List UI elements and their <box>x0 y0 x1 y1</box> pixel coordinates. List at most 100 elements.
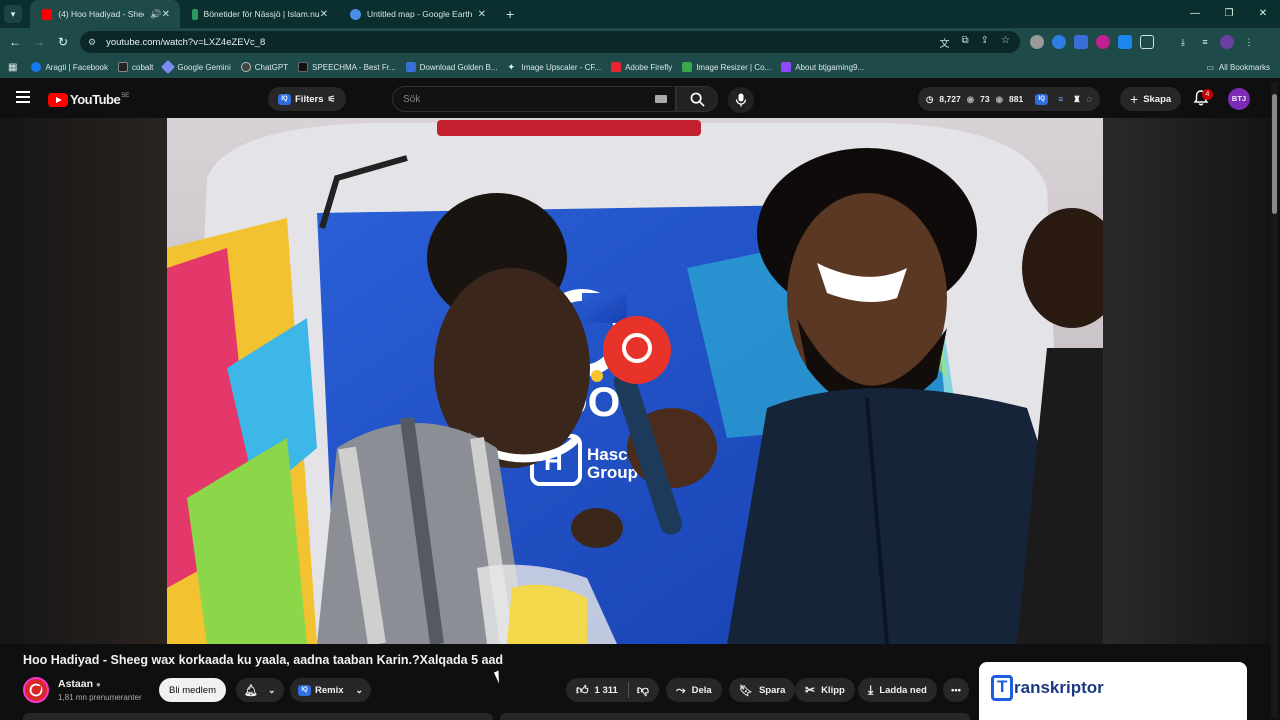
site-info-icon[interactable]: ⚙ <box>88 37 96 48</box>
tab-search-button[interactable]: ▾ <box>4 5 22 23</box>
bookmark-label: Aragti | Facebook <box>45 62 109 72</box>
van-brand2-line2: Group <box>587 463 638 482</box>
bookmarks-bar: ▦ Aragti | Facebook cobalt Google Gemini… <box>0 56 1280 78</box>
account-avatar[interactable]: BTJ <box>1228 88 1250 110</box>
new-tab-button[interactable]: + <box>506 6 514 22</box>
subscribe-bell-button[interactable]: 🔔︎ ⌄ <box>236 678 284 702</box>
gemini-icon <box>161 59 176 75</box>
tab-google-earth[interactable]: Untitled map - Google Earth ✕ <box>338 0 496 28</box>
microphone-icon <box>735 93 747 107</box>
hamburger-menu-icon[interactable] <box>16 91 30 103</box>
bookmark-item[interactable]: Adobe Firefly <box>611 62 672 72</box>
share-icon[interactable]: ⇪ <box>981 35 989 50</box>
award-icon[interactable]: ♜ <box>1073 94 1081 105</box>
reading-list-icon[interactable]: ≡ <box>1198 35 1212 49</box>
create-label: Skapa <box>1143 93 1172 105</box>
forward-icon[interactable]: → <box>27 35 51 49</box>
close-tab-icon[interactable]: ✕ <box>162 9 170 20</box>
tab-islam-nu[interactable]: Bönetider för Nässjö | Islam.nu ✕ <box>180 0 338 28</box>
tab-youtube[interactable]: (4) Hoo Hadiyad - Sheeg w 🔊 ✕ <box>30 0 180 28</box>
video-player[interactable]: GODO H Hasco Group <box>167 118 1103 644</box>
extension-icon[interactable] <box>1074 35 1088 49</box>
extensions-puzzle-icon[interactable] <box>1140 35 1154 49</box>
extension-icon[interactable] <box>1118 35 1132 49</box>
filters-label: Filters <box>295 93 324 105</box>
reload-icon[interactable]: ↻ <box>51 35 75 49</box>
speechma-icon <box>298 62 309 72</box>
bookmark-item[interactable]: SPEECHMA - Best Fr... <box>298 62 396 72</box>
channel-logo-icon <box>29 683 43 697</box>
profile-avatar-icon[interactable] <box>1220 35 1234 49</box>
transkriptor-widget[interactable]: ranskriptor <box>979 662 1247 720</box>
bookmark-item[interactable]: About btjgaming9... <box>781 62 864 72</box>
chat-icon[interactable]: ◌ <box>1087 94 1092 104</box>
download-icon[interactable]: ⤓ <box>1176 35 1190 49</box>
remix-label: Remix <box>315 684 344 696</box>
bookmark-label: Image Upscaler - CF... <box>521 62 602 72</box>
translate-icon[interactable]: 文 <box>940 35 950 50</box>
bookmark-item[interactable]: ChatGPT <box>240 62 288 72</box>
browser-menu-icon[interactable]: ⋮ <box>1242 35 1256 49</box>
description-panel-edge <box>23 713 493 720</box>
apps-grid-icon[interactable]: ▦ <box>8 62 17 73</box>
download-button[interactable]: ⤓ Ladda ned <box>858 678 937 702</box>
like-button[interactable]: 👍︎ 1 311 👎︎ <box>566 678 659 702</box>
audio-playing-icon[interactable]: 🔊 <box>150 9 161 20</box>
bookmark-item[interactable]: ✦ Image Upscaler - CF... <box>507 62 601 72</box>
image-resizer-icon <box>682 62 693 72</box>
stat-views: 8,727 <box>939 94 961 104</box>
filters-button[interactable]: IQ Filters ⚟ <box>268 87 346 111</box>
join-button[interactable]: Bli medlem <box>159 678 226 702</box>
bookmark-item[interactable]: Image Resizer | Co... <box>682 62 771 72</box>
save-label: Spara <box>758 684 786 696</box>
install-app-icon[interactable]: ⧉ <box>962 35 969 50</box>
share-button[interactable]: ⤳ Dela <box>666 678 722 702</box>
extension-icon[interactable] <box>1030 35 1044 49</box>
thumbs-down-icon[interactable]: 👎︎ <box>637 683 649 698</box>
sliders-icon: ⚟ <box>327 93 336 104</box>
extension-icon[interactable] <box>1052 35 1066 49</box>
stat-likes: 73 <box>980 94 990 104</box>
share-arrow-icon: ⤳ <box>676 682 686 697</box>
scrollbar-thumb[interactable] <box>1272 94 1277 214</box>
bookmark-item[interactable]: Aragti | Facebook <box>31 62 108 72</box>
keyboard-icon[interactable] <box>655 95 667 103</box>
list-icon[interactable]: ≡ <box>1058 94 1063 104</box>
clip-button[interactable]: ✂ Klipp <box>795 678 855 702</box>
restore-icon[interactable]: ❐ <box>1212 0 1246 28</box>
close-tab-icon[interactable]: ✕ <box>320 9 328 20</box>
transkriptor-logo: ranskriptor <box>991 675 1104 701</box>
voice-search-button[interactable] <box>728 87 754 113</box>
remix-button[interactable]: IQ Remix ⌄ <box>290 678 372 702</box>
bookmark-star-icon[interactable]: ☆ <box>1001 35 1010 50</box>
more-actions-button[interactable]: ••• <box>943 678 969 702</box>
close-window-icon[interactable]: ✕ <box>1246 0 1280 28</box>
bookmark-item[interactable]: cobalt <box>118 62 153 72</box>
bookmark-label: Adobe Firefly <box>625 62 673 72</box>
bookmark-icon: 🔖︎ <box>739 684 753 697</box>
channel-stats-widget[interactable]: ◷ 8,727 ◉ 73 ◉ 881 IQ ≡ ♜ ◌ <box>918 87 1100 111</box>
google-earth-favicon-icon <box>350 8 361 20</box>
facebook-icon <box>31 62 42 72</box>
plus-icon: + <box>1130 91 1139 107</box>
search-input[interactable]: Sök <box>392 86 676 112</box>
create-button[interactable]: + Skapa <box>1120 87 1182 111</box>
search-button[interactable] <box>676 86 718 112</box>
youtube-logo[interactable]: YouTube SE <box>48 92 129 107</box>
minimize-icon[interactable]: — <box>1178 0 1212 28</box>
save-button[interactable]: 🔖︎ Spara <box>729 678 796 702</box>
back-icon[interactable]: ← <box>3 35 27 49</box>
address-bar[interactable]: ⚙ youtube.com/watch?v=LXZ4eZEVc_8 文 ⧉ ⇪ … <box>80 31 1020 53</box>
ambient-glow-right <box>1103 118 1273 644</box>
scissors-icon: ✂ <box>805 683 816 697</box>
channel-avatar[interactable] <box>23 677 49 703</box>
extension-icon[interactable] <box>1096 35 1110 49</box>
video-frame: GODO H Hasco Group <box>167 118 1103 644</box>
subscriber-count: 1,81 mn prenumeranter <box>58 693 142 702</box>
channel-name[interactable]: Astaan ● <box>58 678 101 690</box>
all-bookmarks-button[interactable]: ▭ All Bookmarks <box>1206 56 1270 78</box>
bookmark-item[interactable]: Download Golden B... <box>405 62 497 72</box>
all-bookmarks-label: All Bookmarks <box>1218 62 1270 72</box>
bookmark-item[interactable]: Google Gemini <box>161 59 231 75</box>
close-tab-icon[interactable]: ✕ <box>478 9 486 20</box>
